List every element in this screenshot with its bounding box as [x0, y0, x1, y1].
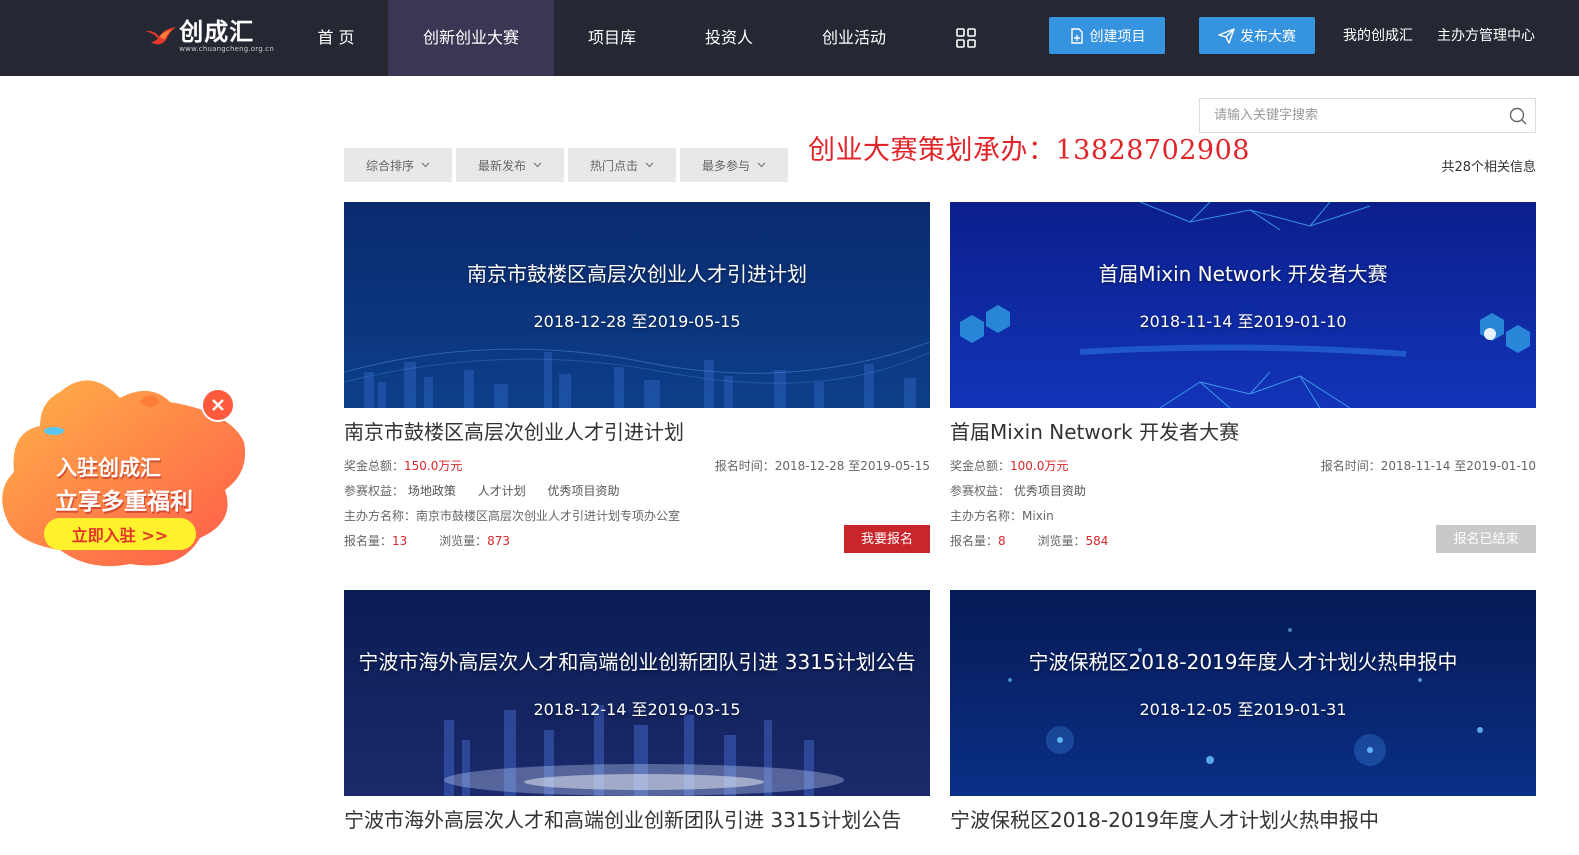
search-icon[interactable]: [1509, 107, 1527, 125]
city-skyline-graphic: [344, 341, 930, 408]
contest-card: 宁波保税区2018-2019年度人才计划火热申报中 2018-12-05 至20…: [950, 590, 1536, 834]
signup-time-label: 报名时间：: [1320, 459, 1381, 473]
signups-label: 报名量：: [344, 534, 393, 548]
close-icon: [212, 399, 224, 411]
views-value: 584: [1085, 534, 1109, 548]
publish-contest-label: 发布大赛: [1240, 28, 1296, 45]
nav-projects[interactable]: 项目库: [566, 0, 658, 76]
promo-close-button[interactable]: [201, 388, 235, 422]
sort-hot[interactable]: 热门点击: [568, 148, 676, 182]
prize-label: 奖金总额：: [950, 459, 1011, 473]
banner-dates: 2018-12-28 至2019-05-15: [533, 312, 741, 331]
create-project-button[interactable]: 创建项目: [1049, 17, 1165, 54]
sort-most-joined-label: 最多参与: [701, 158, 750, 173]
prize-row: 奖金总额：100.0万元 报名时间：2018-11-14 至2019-01-10: [950, 454, 1536, 479]
contest-title[interactable]: 宁波市海外高层次人才和高端创业创新团队引进 3315计划公告: [344, 806, 930, 834]
nav-contests[interactable]: 创新创业大赛: [388, 0, 554, 76]
contest-card: 首届Mixin Network 开发者大赛 2018-11-14 至2019-0…: [950, 202, 1536, 554]
contest-banner[interactable]: 宁波市海外高层次人才和高端创业创新团队引进 3315计划公告 2018-12-1…: [344, 590, 930, 796]
chevron-down-icon: [533, 162, 542, 168]
result-count: 共28个相关信息: [1441, 160, 1536, 175]
banner-dates: 2018-12-14 至2019-03-15: [533, 700, 741, 719]
particle-graphic: [1008, 628, 1483, 766]
chevron-down-icon: [421, 162, 430, 168]
bird-logo-icon: [145, 26, 176, 45]
contest-banner[interactable]: 南京市鼓楼区高层次创业人才引进计划 2018-12-28 至2019-05-15: [344, 202, 930, 408]
views-label: 浏览量：: [1037, 534, 1086, 548]
nav-home[interactable]: 首 页: [296, 0, 376, 76]
logo-url: www.chuangcheng.org.cn: [179, 45, 274, 53]
sort-latest-label: 最新发布: [477, 158, 526, 173]
apply-button[interactable]: 我要报名: [844, 525, 930, 553]
top-navbar: 创成汇 www.chuangcheng.org.cn 首 页 创新创业大赛 项目…: [0, 0, 1579, 76]
nav-investors[interactable]: 投资人: [683, 0, 775, 76]
benefits-label: 参赛权益：: [950, 484, 1011, 498]
create-project-label: 创建项目: [1089, 28, 1146, 45]
add-file-icon: [1070, 27, 1083, 44]
site-logo[interactable]: 创成汇 www.chuangcheng.org.cn: [144, 14, 274, 58]
host-row: 主办方名称：南京市鼓楼区高层次创业人才引进计划专项办公室: [344, 504, 930, 529]
sort-most-joined[interactable]: 最多参与: [680, 148, 788, 182]
prize-row: 奖金总额：150.0万元 报名时间：2018-12-28 至2019-05-15: [344, 454, 930, 479]
promo-join-button[interactable]: 立即入驻 >>: [44, 518, 196, 550]
signups-label: 报名量：: [950, 534, 999, 548]
signup-ended-badge: 报名已结束: [1436, 525, 1536, 553]
benefit-tag: 优秀项目资助: [547, 484, 620, 498]
host-center-link[interactable]: 主办方管理中心: [1437, 24, 1535, 48]
banner-title: 首届Mixin Network 开发者大赛: [1098, 262, 1388, 286]
signup-time-value: 2018-12-28 至2019-05-15: [774, 459, 930, 473]
banner-title: 南京市鼓楼区高层次创业人才引进计划: [467, 262, 807, 286]
signup-time-label: 报名时间：: [714, 459, 775, 473]
contest-title[interactable]: 首届Mixin Network 开发者大赛: [950, 418, 1536, 446]
signups-value: 13: [392, 534, 408, 548]
views-value: 873: [487, 534, 511, 548]
sort-latest[interactable]: 最新发布: [456, 148, 564, 182]
contest-card: 南京市鼓楼区高层次创业人才引进计划 2018-12-28 至2019-05-15…: [344, 202, 930, 554]
chevron-down-icon: [645, 162, 654, 168]
night-city-graphic: [444, 705, 844, 796]
sort-hot-label: 热门点击: [589, 158, 638, 173]
watermark-text: 创业大赛策划承办：13828702908: [808, 135, 1250, 166]
banner-dates: 2018-11-14 至2019-01-10: [1139, 312, 1347, 331]
host-label: 主办方名称：: [344, 509, 417, 523]
banner-title: 宁波保税区2018-2019年度人才计划火热申报中: [1028, 650, 1458, 674]
signups-value: 8: [998, 534, 1006, 548]
send-icon: [1218, 27, 1235, 44]
benefit-tag: 优秀项目资助: [1013, 484, 1086, 498]
chevron-down-icon: [757, 162, 766, 168]
views-label: 浏览量：: [439, 534, 488, 548]
promo-line2: 立享多重福利: [55, 489, 193, 515]
signup-time-value: 2018-11-14 至2019-01-10: [1380, 459, 1536, 473]
banner-title: 宁波市海外高层次人才和高端创业创新团队引进 3315计划公告: [358, 650, 916, 674]
contest-card: 宁波市海外高层次人才和高端创业创新团队引进 3315计划公告 2018-12-1…: [344, 590, 930, 834]
host-value: Mixin: [1022, 509, 1054, 523]
contest-banner[interactable]: 宁波保税区2018-2019年度人才计划火热申报中 2018-12-05 至20…: [950, 590, 1536, 796]
stats-row: 报名量：8 浏览量：584 报名已结束: [950, 525, 1536, 554]
stats-row: 报名量：13 浏览量：873 我要报名: [344, 525, 930, 554]
nav-events[interactable]: 创业活动: [800, 0, 908, 76]
contest-title[interactable]: 南京市鼓楼区高层次创业人才引进计划: [344, 418, 930, 446]
network-graphic: [960, 202, 1530, 408]
benefits-row: 参赛权益： 优秀项目资助: [950, 479, 1536, 504]
my-account-link[interactable]: 我的创成汇: [1343, 24, 1413, 48]
promo-line1: 入驻创成汇: [56, 456, 161, 480]
banner-dates: 2018-12-05 至2019-01-31: [1139, 700, 1347, 719]
publish-contest-button[interactable]: 发布大赛: [1199, 17, 1315, 54]
benefit-tag: 人才计划: [477, 484, 526, 498]
host-value: 南京市鼓楼区高层次创业人才引进计划专项办公室: [416, 509, 681, 523]
sort-comprehensive-label: 综合排序: [365, 158, 414, 173]
sort-comprehensive[interactable]: 综合排序: [344, 148, 452, 182]
apps-grid-icon[interactable]: [956, 28, 976, 48]
benefits-label: 参赛权益：: [344, 484, 405, 498]
prize-value: 100.0万元: [1010, 459, 1069, 473]
host-label: 主办方名称：: [950, 509, 1023, 523]
benefits-row: 参赛权益： 场地政策 人才计划 优秀项目资助: [344, 479, 930, 504]
prize-value: 150.0万元: [404, 459, 463, 473]
logo-name: 创成汇: [179, 18, 255, 46]
contest-title[interactable]: 宁波保税区2018-2019年度人才计划火热申报中: [950, 806, 1536, 834]
prize-label: 奖金总额：: [344, 459, 405, 473]
benefit-tag: 场地政策: [407, 484, 456, 498]
contest-banner[interactable]: 首届Mixin Network 开发者大赛 2018-11-14 至2019-0…: [950, 202, 1536, 408]
